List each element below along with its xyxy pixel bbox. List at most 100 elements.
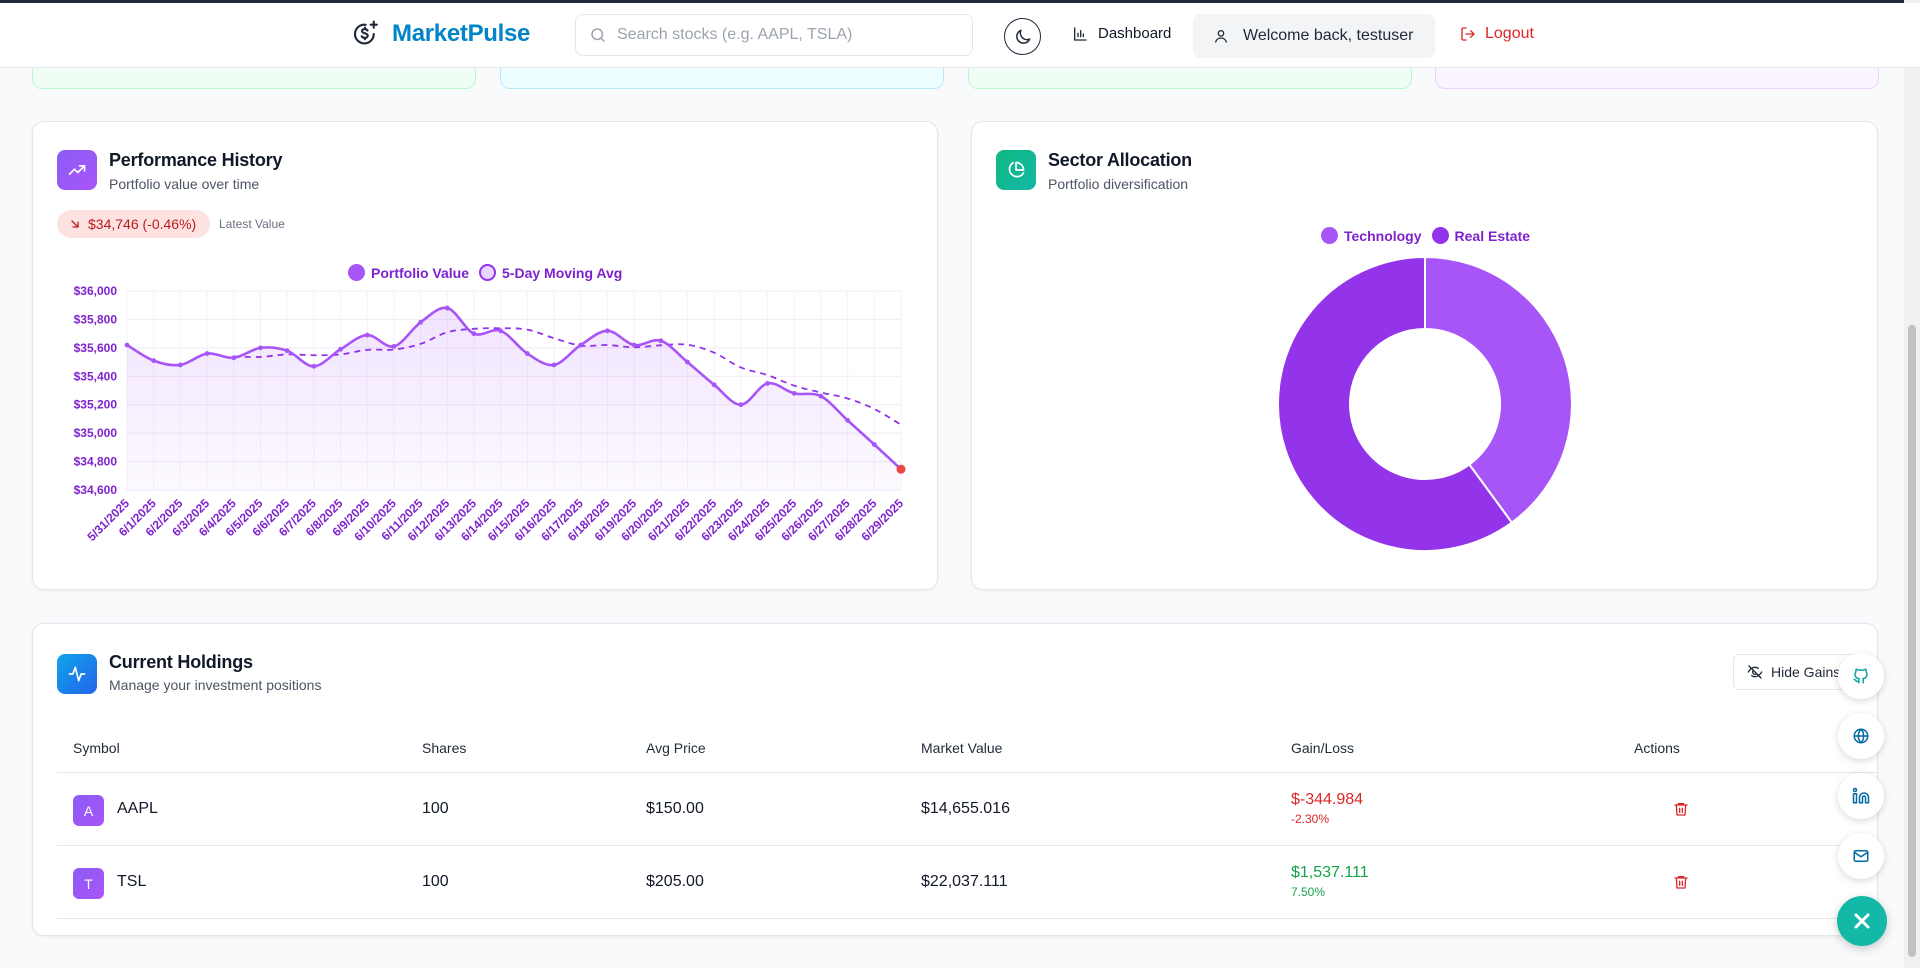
linkedin-button[interactable] [1838, 773, 1884, 819]
y-tick-label: $35,600 [74, 341, 118, 355]
search-box [575, 14, 973, 56]
table-row: T TSL 100 $205.00 $22,037.111 $1,537.111… [57, 846, 1879, 919]
logout-label: Logout [1485, 25, 1534, 42]
activity-icon [68, 666, 86, 682]
globe-icon [1853, 728, 1869, 744]
data-point [711, 382, 717, 388]
gain-loss-cell: $-344.984 -2.30% [1291, 791, 1363, 826]
data-point [791, 390, 797, 396]
bar-chart-icon [1074, 26, 1087, 41]
data-point [151, 358, 157, 364]
holdings-card: Current Holdings Manage your investment … [32, 623, 1879, 936]
portfolio-area-fill [127, 307, 901, 490]
data-point [818, 393, 824, 399]
data-point [418, 319, 423, 325]
search-input[interactable] [617, 26, 957, 44]
data-point [871, 442, 877, 447]
y-tick-label: $34,800 [74, 455, 118, 469]
gain-value: $-344.984 [1291, 791, 1364, 808]
y-tick-label: $35,000 [74, 426, 118, 440]
avg-price-cell: $150.00 [646, 800, 704, 817]
symbol-cell: AAPL [117, 800, 158, 817]
brand-logo[interactable]: MarketPulse [350, 19, 530, 49]
col-gain-loss: Gain/Loss [1291, 740, 1355, 756]
user-menu[interactable]: Welcome back, testuser [1193, 14, 1435, 58]
data-point [498, 328, 504, 334]
linkedin-icon [1852, 787, 1870, 804]
search-icon [591, 28, 605, 42]
holdings-card-icon-box [57, 654, 97, 694]
logout-button[interactable]: Logout [1460, 25, 1534, 43]
trash-icon[interactable] [1673, 874, 1689, 890]
data-point [845, 417, 851, 423]
gain-value: $1,537.111 [1291, 864, 1369, 881]
nav-dashboard-label: Dashboard [1098, 25, 1172, 42]
market-value-cell: $22,037.111 [921, 873, 1008, 890]
col-shares: Shares [422, 740, 467, 756]
close-social-menu-button[interactable] [1837, 896, 1887, 946]
data-point [471, 331, 477, 337]
data-point [177, 362, 183, 368]
col-actions: Actions [1634, 740, 1680, 756]
github-icon [1853, 668, 1868, 684]
symbol-avatar: T [73, 868, 104, 899]
market-value-cell: $14,655.016 [921, 800, 1010, 817]
performance-card: Performance History Portfolio value over… [32, 121, 938, 590]
data-point [605, 328, 610, 334]
page-scrollbar-thumb[interactable] [1908, 325, 1916, 957]
data-point [738, 402, 744, 408]
close-icon [1854, 913, 1870, 929]
col-avg-price: Avg Price [646, 740, 706, 756]
website-button[interactable] [1838, 713, 1884, 759]
data-point [258, 345, 263, 351]
data-point [578, 342, 584, 348]
data-point [765, 380, 770, 386]
sector-donut-chart [1277, 255, 1573, 552]
logout-icon [1461, 27, 1475, 41]
brand-name: MarketPulse [392, 20, 531, 47]
user-icon [1215, 30, 1227, 43]
avg-price-cell: $205.00 [646, 873, 704, 890]
holdings-title: Current Holdings [109, 652, 253, 672]
data-point [284, 348, 290, 354]
table-row: A AAPL 100 $150.00 $14,655.016 $-344.984… [57, 773, 1879, 846]
moon-icon [1015, 29, 1030, 44]
hide-gains-label: Hide Gains [1771, 664, 1841, 680]
github-button[interactable] [1838, 653, 1884, 699]
col-symbol: Symbol [73, 740, 120, 756]
holdings-subtitle: Manage your investment positions [109, 677, 322, 693]
gain-loss-cell: $1,537.111 7.50% [1291, 864, 1369, 899]
data-point [204, 351, 210, 356]
data-point [658, 338, 664, 344]
data-point [524, 351, 530, 356]
data-point [444, 305, 450, 311]
symbol-avatar: A [73, 795, 104, 826]
data-point [124, 342, 130, 348]
y-tick-label: $34,600 [74, 483, 118, 497]
y-tick-label: $35,400 [74, 369, 118, 383]
gain-percent: -2.30% [1291, 812, 1330, 826]
top-navbar: MarketPulse Dashboard Welcome back, test… [0, 3, 1920, 68]
y-tick-label: $35,800 [74, 312, 118, 326]
shares-cell: 100 [422, 873, 449, 890]
trash-icon[interactable] [1673, 801, 1689, 817]
gain-percent: 7.50% [1291, 885, 1326, 899]
data-point [364, 332, 370, 338]
data-point [338, 346, 343, 352]
holdings-table-header: Symbol Shares Avg Price Market Value Gai… [57, 724, 1879, 773]
dollar-sparkle-icon [353, 20, 378, 45]
performance-line-chart: $34,600 $34,800 $35,000 $35,200 $35,400 $35,6… [74, 284, 907, 544]
email-button[interactable] [1838, 833, 1884, 879]
data-point [631, 342, 637, 348]
nav-dashboard-link[interactable]: Dashboard [1072, 25, 1171, 42]
data-point [551, 362, 557, 368]
latest-point-marker [896, 464, 906, 474]
y-tick-label: $35,200 [74, 398, 118, 412]
data-point [391, 344, 397, 349]
data-point [685, 359, 690, 365]
data-point [231, 355, 237, 361]
mail-icon [1853, 850, 1869, 862]
y-tick-label: $36,000 [74, 284, 118, 298]
data-point [311, 363, 317, 369]
theme-toggle-button[interactable] [1004, 18, 1041, 55]
